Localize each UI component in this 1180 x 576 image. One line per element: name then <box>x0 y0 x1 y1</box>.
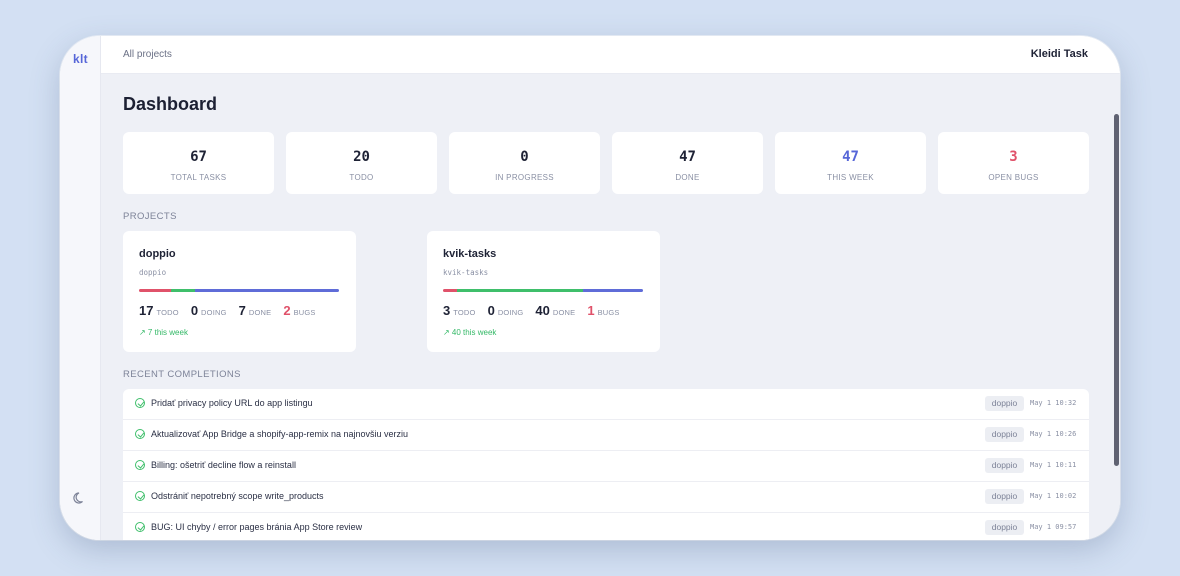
this-week-trend: ↗ 40 this week <box>443 328 497 337</box>
project-name: doppio <box>139 248 176 260</box>
doing-count: 0 <box>190 303 199 318</box>
completion-time: May 1 10:11 <box>1030 461 1077 469</box>
todo-count: 17 <box>139 303 154 318</box>
main-scrollbar[interactable] <box>1114 114 1119 466</box>
project-tag: doppio <box>985 520 1024 535</box>
app-logo[interactable]: klt <box>60 52 101 66</box>
stat-value: 20 <box>353 149 370 165</box>
completion-time: May 1 10:02 <box>1030 492 1077 500</box>
bugs-label: BUGS <box>597 308 620 317</box>
stat-label: TOTAL TASKS <box>170 173 227 182</box>
project-card-kvik-tasks[interactable]: kvik-tasks kvik-tasks 3 TODO 0 DOING 40 … <box>427 231 660 352</box>
this-week-trend: ↗ 7 this week <box>139 328 188 337</box>
stat-value: 67 <box>190 149 207 165</box>
done-count: 40 <box>535 303 550 318</box>
recent-completions-heading: RECENT COMPLETIONS <box>123 369 241 380</box>
stat-card-in-progress: 0 IN PROGRESS <box>449 132 600 194</box>
check-circle-icon <box>135 429 145 439</box>
check-circle-icon <box>135 398 145 408</box>
completion-row[interactable]: BUG: UI chyby / error pages bránia App S… <box>123 513 1089 540</box>
stat-label: OPEN BUGS <box>988 173 1039 182</box>
bugs-count: 1 <box>587 303 595 318</box>
project-tag: doppio <box>985 427 1024 442</box>
done-label: DONE <box>552 308 576 317</box>
stat-label: THIS WEEK <box>827 173 874 182</box>
project-counts: 3 TODO 0 DOING 40 DONE 1 BUGS <box>443 303 632 318</box>
moon-icon[interactable] <box>73 491 87 505</box>
doing-label: DOING <box>201 308 227 317</box>
projects-heading: PROJECTS <box>123 211 177 222</box>
completion-title: Aktualizovať App Bridge a shopify-app-re… <box>151 429 409 439</box>
project-tag: doppio <box>985 489 1024 504</box>
progress-done-blue <box>583 289 643 292</box>
stat-label: DONE <box>675 173 700 182</box>
project-tag: doppio <box>985 458 1024 473</box>
check-circle-icon <box>135 491 145 501</box>
progress-done-blue <box>195 289 339 292</box>
progress-todo <box>139 289 171 292</box>
done-count: 7 <box>238 303 246 318</box>
bugs-label: BUGS <box>293 308 316 317</box>
brand-name: Kleidi Task <box>1030 48 1088 60</box>
todo-label: TODO <box>453 308 476 317</box>
stats-row: 67 TOTAL TASKS 20 TODO 0 IN PROGRESS 47 … <box>123 132 1089 194</box>
progress-done-green <box>171 289 195 292</box>
project-slug: doppio <box>139 268 167 277</box>
todo-label: TODO <box>156 308 179 317</box>
done-label: DONE <box>248 308 272 317</box>
doing-label: DOING <box>497 308 524 317</box>
completion-row[interactable]: Odstrániť nepotrebný scope write_product… <box>123 482 1089 513</box>
project-card-doppio[interactable]: doppio doppio 17 TODO 0 DOING 7 DONE 2 B… <box>123 231 356 352</box>
stat-label: IN PROGRESS <box>495 173 554 182</box>
top-bar: All projects Kleidi Task <box>101 36 1120 74</box>
stat-card-open-bugs: 3 OPEN BUGS <box>938 132 1089 194</box>
stat-value: 47 <box>679 149 696 165</box>
check-circle-icon <box>135 522 145 532</box>
completion-title: BUG: UI chyby / error pages bránia App S… <box>151 522 363 532</box>
completion-time: May 1 09:57 <box>1030 523 1077 531</box>
stat-card-done: 47 DONE <box>612 132 763 194</box>
completion-time: May 1 10:26 <box>1030 430 1077 438</box>
completion-title: Odstrániť nepotrebný scope write_product… <box>151 491 324 501</box>
completion-row[interactable]: Pridať privacy policy URL do app listing… <box>123 389 1089 420</box>
stat-card-todo: 20 TODO <box>286 132 437 194</box>
bugs-count: 2 <box>283 303 291 318</box>
sidebar: klt <box>60 36 101 540</box>
completion-title: Billing: ošetriť decline flow a reinstal… <box>151 460 296 470</box>
app-window: klt All projects Kleidi Task Dashboard 6… <box>60 36 1120 540</box>
completions-list: Pridať privacy policy URL do app listing… <box>123 389 1089 540</box>
breadcrumb-all-projects[interactable]: All projects <box>123 49 172 60</box>
stat-value: 47 <box>842 149 859 165</box>
check-circle-icon <box>135 460 145 470</box>
doing-count: 0 <box>487 303 495 318</box>
project-slug: kvik-tasks <box>443 268 489 277</box>
page-title: Dashboard <box>123 94 218 114</box>
project-progress-bar <box>139 289 339 292</box>
completion-title: Pridať privacy policy URL do app listing… <box>151 398 313 408</box>
completion-row[interactable]: Billing: ošetriť decline flow a reinstal… <box>123 451 1089 482</box>
todo-count: 3 <box>443 303 451 318</box>
project-counts: 17 TODO 0 DOING 7 DONE 2 BUGS <box>139 303 328 318</box>
stat-card-total: 67 TOTAL TASKS <box>123 132 274 194</box>
project-tag: doppio <box>985 396 1024 411</box>
completion-time: May 1 10:32 <box>1030 399 1077 407</box>
stat-value: 0 <box>520 149 529 165</box>
project-name: kvik-tasks <box>443 248 497 260</box>
project-progress-bar <box>443 289 643 292</box>
completion-row[interactable]: Aktualizovať App Bridge a shopify-app-re… <box>123 420 1089 451</box>
progress-todo <box>443 289 457 292</box>
stat-label: TODO <box>349 173 374 182</box>
main-content: Dashboard 67 TOTAL TASKS 20 TODO 0 IN PR… <box>101 74 1120 540</box>
stat-value: 3 <box>1009 149 1018 165</box>
stat-card-this-week: 47 THIS WEEK <box>775 132 926 194</box>
progress-done-green <box>457 289 583 292</box>
